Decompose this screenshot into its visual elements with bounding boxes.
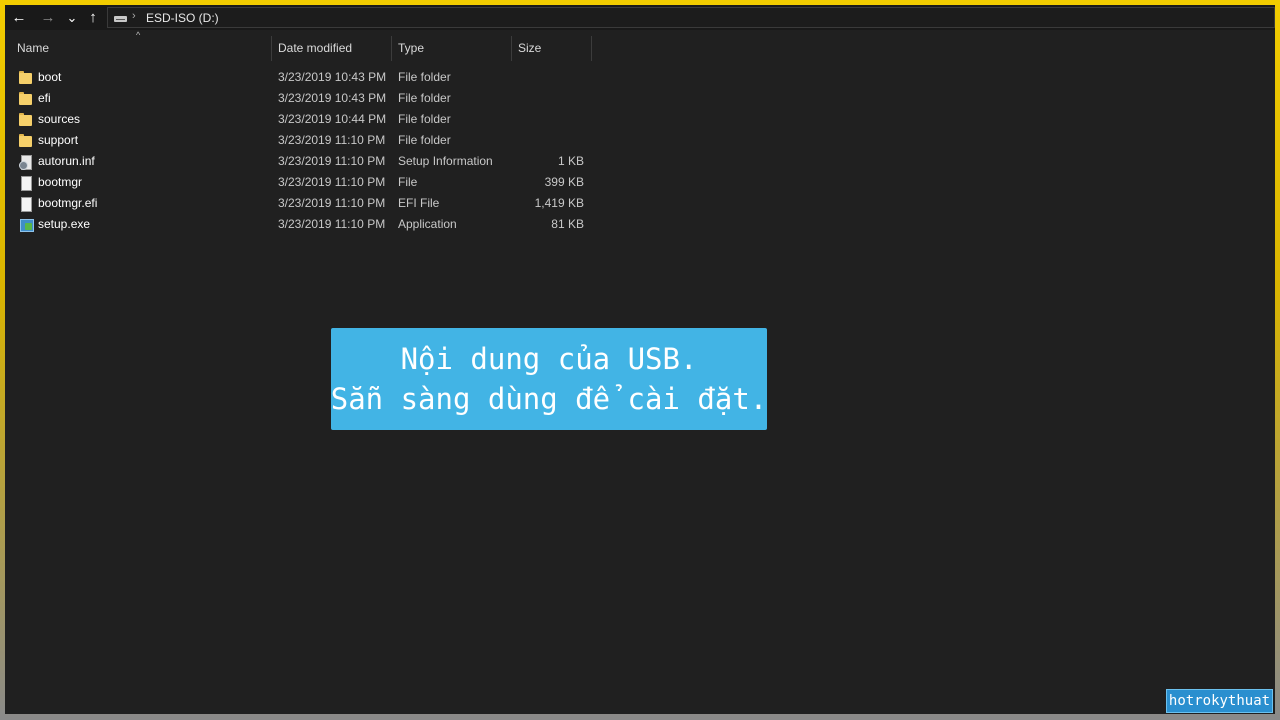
forward-button[interactable]: → xyxy=(38,7,58,27)
folder-icon xyxy=(19,70,33,85)
breadcrumb-separator-icon: › xyxy=(132,10,136,22)
file-row-bootmgr-efi[interactable]: bootmgr.efi 3/23/2019 11:10 PM EFI File … xyxy=(5,193,1275,214)
file-explorer-window: ← → ⌄ ↑ › ESD-ISO (D:) ^ Name Date modif… xyxy=(5,5,1275,714)
file-list: boot 3/23/2019 10:43 PM File folder efi … xyxy=(5,67,1275,235)
back-arrow-icon: ← xyxy=(11,8,27,26)
file-row-efi[interactable]: efi 3/23/2019 10:43 PM File folder xyxy=(5,88,1275,109)
folder-icon xyxy=(19,91,33,106)
column-divider[interactable] xyxy=(591,36,592,61)
file-size: 1,419 KB xyxy=(534,196,584,210)
column-header-type[interactable]: Type xyxy=(391,35,511,63)
recent-locations-button[interactable]: ⌄ xyxy=(62,7,82,27)
file-date: 3/23/2019 11:10 PM xyxy=(278,133,386,147)
file-row-boot[interactable]: boot 3/23/2019 10:43 PM File folder xyxy=(5,67,1275,88)
breadcrumb-location[interactable]: ESD-ISO (D:) xyxy=(146,11,219,25)
file-name: sources xyxy=(38,112,81,126)
navigation-toolbar: ← → ⌄ ↑ › ESD-ISO (D:) xyxy=(5,5,1275,30)
file-row-sources[interactable]: sources 3/23/2019 10:44 PM File folder xyxy=(5,109,1275,130)
file-date: 3/23/2019 10:43 PM xyxy=(278,91,387,105)
file-date: 3/23/2019 11:10 PM xyxy=(278,175,386,189)
caption-banner: Nội dung của USB. Sẵn sàng dùng để cài đ… xyxy=(331,328,767,430)
setup-info-file-icon xyxy=(19,154,33,170)
file-size: 399 KB xyxy=(544,175,584,189)
folder-icon xyxy=(19,133,33,148)
file-date: 3/23/2019 11:10 PM xyxy=(278,217,386,231)
file-size xyxy=(515,130,584,151)
file-type: File xyxy=(398,175,418,189)
watermark-logo: hotrokythuat xyxy=(1166,689,1273,713)
application-icon xyxy=(19,217,34,232)
caption-line-2: Sẵn sàng dùng để cài đặt. xyxy=(330,382,768,416)
file-size xyxy=(515,88,584,109)
file-icon xyxy=(19,196,33,212)
column-header-name[interactable]: Name xyxy=(10,35,270,63)
column-header-date-modified[interactable]: Date modified xyxy=(271,35,391,63)
file-row-setup[interactable]: setup.exe 3/23/2019 11:10 PM Application… xyxy=(5,214,1275,235)
file-type: File folder xyxy=(398,91,451,105)
file-size xyxy=(515,67,584,88)
file-name: efi xyxy=(38,91,51,105)
file-type: Application xyxy=(398,217,457,231)
file-row-autorun[interactable]: autorun.inf 3/23/2019 11:10 PM Setup Inf… xyxy=(5,151,1275,172)
file-size: 81 KB xyxy=(551,217,584,231)
file-type: File folder xyxy=(398,133,451,147)
file-icon xyxy=(19,175,33,191)
file-date: 3/23/2019 11:10 PM xyxy=(278,196,386,210)
file-name: bootmgr.efi xyxy=(38,196,98,210)
up-button[interactable]: ↑ xyxy=(83,7,103,27)
file-date: 3/23/2019 11:10 PM xyxy=(278,154,386,168)
file-name: boot xyxy=(38,70,62,84)
forward-arrow-icon: → xyxy=(40,8,56,26)
folder-icon xyxy=(19,112,33,127)
chevron-down-icon: ⌄ xyxy=(66,9,78,25)
file-type: Setup Information xyxy=(398,154,493,168)
file-size xyxy=(515,109,584,130)
up-arrow-icon: ↑ xyxy=(89,8,97,26)
file-type: File folder xyxy=(398,70,451,84)
caption-line-1: Nội dung của USB. xyxy=(400,342,698,376)
file-name: autorun.inf xyxy=(38,154,95,168)
file-type: EFI File xyxy=(398,196,440,210)
column-headers: ^ Name Date modified Type Size xyxy=(5,30,1275,63)
file-row-bootmgr[interactable]: bootmgr 3/23/2019 11:10 PM File 399 KB xyxy=(5,172,1275,193)
drive-icon xyxy=(114,16,127,22)
file-row-support[interactable]: support 3/23/2019 11:10 PM File folder xyxy=(5,130,1275,151)
file-date: 3/23/2019 10:44 PM xyxy=(278,112,387,126)
file-name: bootmgr xyxy=(38,175,83,189)
file-date: 3/23/2019 10:43 PM xyxy=(278,70,387,84)
file-name: setup.exe xyxy=(38,217,91,231)
address-bar[interactable]: › ESD-ISO (D:) xyxy=(107,7,1275,28)
file-name: support xyxy=(38,133,79,147)
file-type: File folder xyxy=(398,112,451,126)
file-size: 1 KB xyxy=(557,154,584,168)
column-header-size[interactable]: Size xyxy=(511,35,591,63)
back-button[interactable]: ← xyxy=(9,7,29,27)
